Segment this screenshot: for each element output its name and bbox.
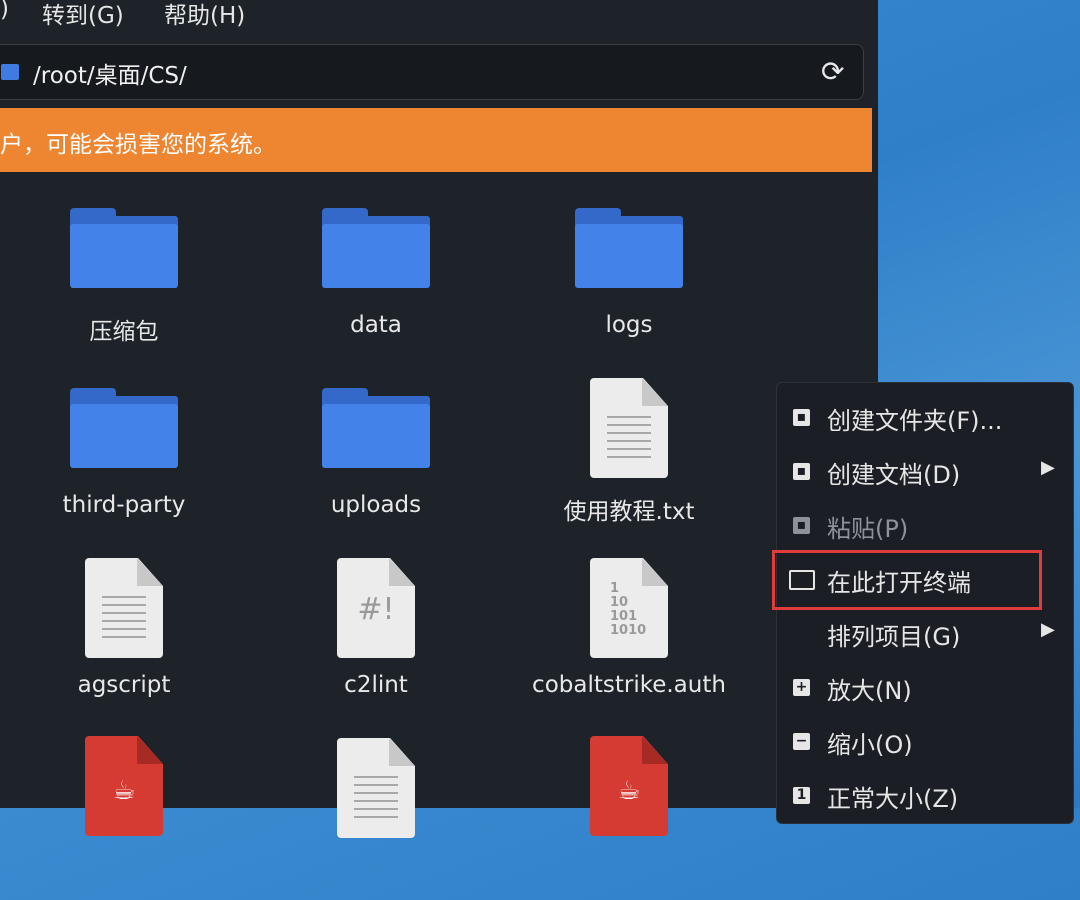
paste-icon: ▪ bbox=[793, 517, 810, 534]
context-menu-label: 排列项目(G) bbox=[827, 623, 961, 651]
context-menu-label: 创建文件夹(F)... bbox=[827, 407, 1003, 435]
file-name: 压缩包 bbox=[89, 319, 159, 345]
file-item[interactable]: 使用教程.txt bbox=[514, 360, 744, 540]
script-file-icon: #! bbox=[337, 558, 415, 658]
file-manager-window: ) 转到(G) 帮助(H) /root/桌面/CS/ ⟳ 户，可能会损害您的系统… bbox=[0, 0, 878, 838]
file-item[interactable]: agscript bbox=[9, 540, 239, 720]
submenu-arrow-icon: ▶ bbox=[1041, 457, 1055, 478]
java-file-icon: ☕ bbox=[590, 736, 668, 836]
file-item[interactable]: ☕ bbox=[514, 720, 744, 900]
folder-icon bbox=[1, 64, 19, 80]
file-grid: 压缩包 data logs third-party uploads 使用教程.txt ags… bbox=[0, 180, 878, 838]
context-menu-item[interactable]: 1 正常大小(Z) bbox=[777, 771, 1073, 821]
folder-icon bbox=[70, 388, 178, 468]
folder-icon bbox=[322, 208, 430, 288]
location-bar[interactable]: /root/桌面/CS/ ⟳ bbox=[0, 44, 864, 100]
file-item[interactable]: uploads bbox=[261, 360, 491, 540]
menu-item-partial[interactable]: ) bbox=[0, 0, 9, 22]
new-folder-icon: ▪ bbox=[793, 409, 810, 426]
file-item[interactable]: 压缩包 bbox=[9, 180, 239, 360]
file-name: logs bbox=[605, 312, 653, 338]
context-menu-label: 粘贴(P) bbox=[827, 515, 909, 543]
file-name: data bbox=[350, 312, 402, 338]
java-file-icon: ☕ bbox=[85, 736, 163, 836]
warning-text: 户，可能会损害您的系统。 bbox=[0, 132, 276, 158]
root-warning-banner: 户，可能会损害您的系统。 bbox=[0, 108, 872, 172]
file-name: 使用教程.txt bbox=[563, 499, 695, 525]
file-name: third-party bbox=[62, 492, 186, 518]
folder-icon bbox=[575, 208, 683, 288]
normal-size-icon: 1 bbox=[793, 787, 810, 804]
file-name: c2lint bbox=[344, 672, 408, 698]
text-file-icon bbox=[85, 558, 163, 658]
file-item[interactable]: ☕ bbox=[9, 720, 239, 900]
zoom-out-icon: − bbox=[793, 733, 810, 750]
context-menu-item[interactable]: ▪ 创建文档(D) ▶ bbox=[777, 447, 1073, 497]
context-menu-item[interactable]: 排列项目(G) ▶ bbox=[777, 609, 1073, 659]
file-name: agscript bbox=[77, 672, 171, 698]
context-menu-item[interactable]: ▪ 粘贴(P) bbox=[777, 501, 1073, 551]
context-menu-label: 缩小(O) bbox=[827, 731, 913, 759]
file-item[interactable]: logs bbox=[514, 180, 744, 360]
file-item[interactable] bbox=[261, 720, 491, 900]
location-path[interactable]: /root/桌面/CS/ bbox=[33, 56, 187, 90]
context-menu-label: 放大(N) bbox=[827, 677, 912, 705]
context-menu-item[interactable]: ▪ 创建文件夹(F)... bbox=[777, 393, 1073, 443]
context-menu-label: 创建文档(D) bbox=[827, 461, 961, 489]
menu-item-goto[interactable]: 转到(G) bbox=[42, 0, 124, 30]
context-menu-item[interactable]: + 放大(N) bbox=[777, 663, 1073, 713]
file-name: cobaltstrike.auth bbox=[532, 672, 726, 698]
file-item[interactable]: #! c2lint bbox=[261, 540, 491, 720]
file-name: uploads bbox=[330, 492, 422, 518]
context-menu-item[interactable]: − 缩小(O) bbox=[777, 717, 1073, 767]
reload-icon[interactable]: ⟳ bbox=[821, 55, 844, 88]
file-item[interactable]: third-party bbox=[9, 360, 239, 540]
folder-icon bbox=[70, 208, 178, 288]
submenu-arrow-icon: ▶ bbox=[1041, 619, 1055, 640]
file-item[interactable]: 1 10 101 1010 cobaltstrike.auth bbox=[514, 540, 744, 720]
new-document-icon: ▪ bbox=[793, 463, 810, 480]
highlight-box bbox=[772, 550, 1042, 610]
menu-bar: ) 转到(G) 帮助(H) bbox=[0, 0, 878, 30]
binary-file-icon: 1 10 101 1010 bbox=[590, 558, 668, 658]
text-file-icon bbox=[337, 738, 415, 838]
context-menu-label: 正常大小(Z) bbox=[827, 785, 959, 813]
zoom-in-icon: + bbox=[793, 679, 810, 696]
folder-icon bbox=[322, 388, 430, 468]
file-item[interactable]: data bbox=[261, 180, 491, 360]
text-file-icon bbox=[590, 378, 668, 478]
menu-item-help[interactable]: 帮助(H) bbox=[164, 0, 245, 30]
